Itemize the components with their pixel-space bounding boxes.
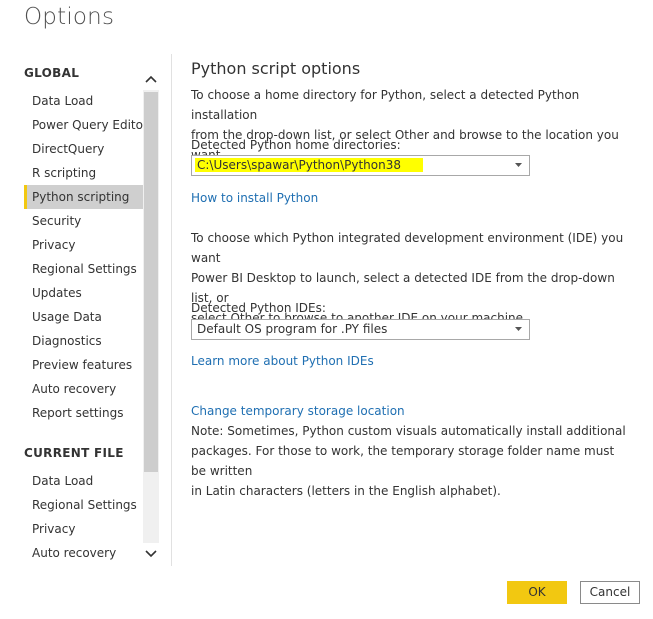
ok-button[interactable]: OK [507,581,567,604]
sidebar: GLOBAL Data Load Power Query Editor Direct… [0,50,160,570]
storage-note-text: Note: Sometimes, Python custom visuals a… [191,421,631,501]
home-dir-dropdown[interactable]: C:\Users\spawar\Python\Python38 [191,155,530,176]
current-file-nav-list: Data Load Regional Settings Privacy Auto re… [24,469,143,565]
sidebar-item-current-data-load[interactable]: Data Load [24,469,143,493]
cancel-button[interactable]: Cancel [580,581,640,604]
scroll-down-button[interactable] [143,543,159,565]
sidebar-item-data-load[interactable]: Data Load [24,89,143,113]
learn-more-ide-link[interactable]: Learn more about Python IDEs [191,354,374,368]
sidebar-item-security[interactable]: Security [24,209,143,233]
global-nav-list: Data Load Power Query Editor DirectQuery R … [24,89,148,425]
scroll-up-button[interactable] [143,68,159,90]
sidebar-item-usage-data[interactable]: Usage Data [24,305,143,329]
storage-note-line: Note: Sometimes, Python custom visuals a… [191,424,626,438]
sidebar-item-current-regional-settings[interactable]: Regional Settings [24,493,143,517]
sidebar-item-privacy[interactable]: Privacy [24,233,143,257]
sidebar-item-report-settings[interactable]: Report settings [24,401,143,425]
home-intro-line: To choose a home directory for Python, s… [191,88,580,122]
caret-down-icon [515,163,522,167]
sidebar-item-preview-features[interactable]: Preview features [24,353,143,377]
window-title: Options [24,4,115,30]
sidebar-item-power-query-editor[interactable]: Power Query Editor [24,113,148,137]
storage-note-line: packages. For those to work, the tempora… [191,444,615,478]
change-storage-location-link[interactable]: Change temporary storage location [191,404,405,418]
sidebar-item-diagnostics[interactable]: Diagnostics [24,329,143,353]
chevron-down-icon [145,550,157,558]
sidebar-item-auto-recovery[interactable]: Auto recovery [24,377,143,401]
sidebar-item-updates[interactable]: Updates [24,281,143,305]
scroll-thumb[interactable] [144,92,158,472]
ide-dropdown[interactable]: Default OS program for .PY files [191,319,530,340]
options-dialog: Options GLOBAL Data Load Power Query Edit… [0,0,653,619]
sidebar-divider [171,54,172,566]
ide-intro-line: To choose which Python integrated develo… [191,231,624,265]
section-heading-current-file: CURRENT FILE [24,446,124,460]
section-heading-global: GLOBAL [24,66,80,80]
ide-label: Detected Python IDEs: [191,301,326,315]
home-dir-value: C:\Users\spawar\Python\Python38 [195,158,423,172]
sidebar-item-current-auto-recovery[interactable]: Auto recovery [24,541,143,565]
sidebar-scrollbar[interactable] [143,68,159,565]
sidebar-item-directquery[interactable]: DirectQuery [24,137,143,161]
home-intro-text: To choose a home directory for Python, s… [191,85,631,165]
home-dirs-label: Detected Python home directories: [191,138,401,152]
ide-value: Default OS program for .PY files [197,322,388,336]
sidebar-item-current-privacy[interactable]: Privacy [24,517,143,541]
chevron-up-icon [145,75,157,83]
sidebar-item-python-scripting[interactable]: Python scripting [24,185,143,209]
storage-note-line: in Latin characters (letters in the Engl… [191,484,501,498]
caret-down-icon [515,327,522,331]
panel-title: Python script options [191,59,361,78]
sidebar-item-regional-settings[interactable]: Regional Settings [24,257,143,281]
how-to-install-python-link[interactable]: How to install Python [191,191,318,205]
sidebar-item-r-scripting[interactable]: R scripting [24,161,143,185]
